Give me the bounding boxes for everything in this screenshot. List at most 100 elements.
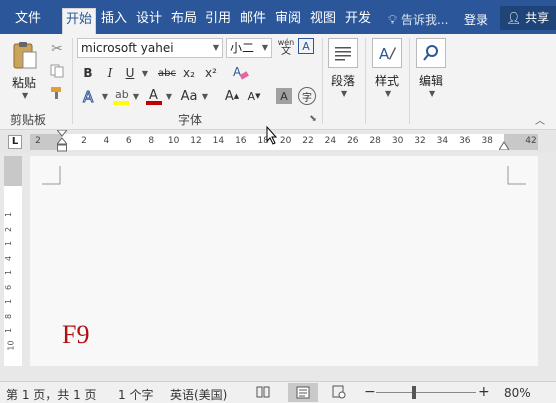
editing-label[interactable]: 编辑	[419, 72, 443, 89]
chevron-down-icon[interactable]: ▼	[213, 39, 219, 57]
chevron-down-icon[interactable]: ▼	[140, 64, 150, 82]
search-icon[interactable]	[416, 38, 446, 68]
right-indent-marker-icon[interactable]	[498, 138, 510, 152]
paragraph-icon[interactable]	[328, 38, 358, 68]
change-case-button[interactable]: Aa	[178, 86, 200, 106]
ruler-tick: 10	[167, 136, 180, 146]
bold-button[interactable]: B	[80, 64, 96, 82]
zoom-slider-thumb[interactable]	[412, 386, 416, 399]
text-effects-icon[interactable]: A	[80, 86, 100, 106]
paste-label[interactable]: 粘贴	[12, 74, 36, 91]
ruler-tick: 34	[436, 136, 449, 146]
char-border-button[interactable]: A	[298, 38, 314, 54]
share-label: 共享	[525, 11, 550, 25]
paste-dropdown-icon[interactable]: ▼	[22, 91, 28, 100]
indent-marker-icon[interactable]	[55, 129, 69, 156]
language-status[interactable]: 英语(美国)	[170, 386, 227, 403]
group-separator	[365, 38, 366, 124]
ruler-tick: 30	[391, 136, 404, 146]
copy-icon[interactable]	[48, 62, 66, 80]
page-count-status[interactable]: 第 1 页，共 1 页	[6, 386, 97, 403]
zoom-level[interactable]: 80%	[504, 386, 531, 400]
web-layout-icon[interactable]	[332, 385, 346, 399]
vertical-ruler-tick: 2	[4, 226, 14, 232]
chevron-down-icon[interactable]: ▼	[429, 89, 435, 98]
ruler-tick: 4	[103, 136, 110, 146]
format-painter-icon[interactable]	[48, 84, 66, 102]
tab-home[interactable]: 开始	[62, 8, 96, 34]
styles-label[interactable]: 样式	[375, 72, 399, 89]
tab-review[interactable]: 审阅	[272, 8, 304, 32]
chevron-down-icon[interactable]: ▼	[200, 86, 210, 106]
tab-mailings[interactable]: 邮件	[237, 8, 269, 32]
italic-button[interactable]: I	[102, 64, 118, 82]
tell-me-box[interactable]: 💡︎ 告诉我...	[388, 11, 448, 28]
document-text[interactable]: F9	[62, 320, 89, 350]
collapse-ribbon-icon[interactable]: ︿	[534, 114, 546, 127]
superscript-button[interactable]: x²	[202, 64, 220, 82]
shrink-font-button[interactable]: A ▼	[246, 86, 262, 106]
ruler-tick: 28	[369, 136, 381, 146]
ruler-tick: 38	[481, 136, 493, 146]
cut-icon[interactable]: ✂	[48, 40, 66, 58]
share-button[interactable]: 👤︎ 共享	[500, 6, 556, 30]
tab-layout[interactable]: 布局	[168, 8, 200, 32]
vertical-ruler-tick: 1	[4, 240, 14, 247]
font-color-icon[interactable]: A	[145, 86, 163, 106]
paragraph-label[interactable]: 段落	[331, 72, 355, 89]
strikethrough-button[interactable]: abc	[155, 64, 179, 82]
ribbon-tab-bar: 文件 开始 插入 设计 布局 引用 邮件 审阅 视图 开发 💡︎ 告诉我... …	[0, 0, 556, 34]
styles-icon[interactable]: A	[372, 38, 402, 68]
svg-text:A: A	[83, 88, 94, 105]
paste-icon[interactable]	[8, 40, 42, 72]
word-count-status[interactable]: 1 个字	[118, 386, 153, 403]
grow-font-label: A	[224, 88, 234, 104]
print-layout-button[interactable]	[288, 383, 318, 402]
read-mode-icon[interactable]	[256, 385, 270, 399]
login-link[interactable]: 登录	[464, 11, 488, 28]
zoom-slider-track[interactable]	[376, 392, 476, 393]
svg-text:A: A	[379, 45, 390, 63]
font-dialog-launcher-icon[interactable]: ⬊	[308, 114, 318, 124]
enclose-characters-button[interactable]: 字	[298, 87, 316, 105]
chevron-down-icon[interactable]: ▼	[341, 89, 347, 98]
document-page[interactable]	[30, 156, 538, 366]
zoom-in-button[interactable]: +	[478, 384, 490, 400]
character-shading-button[interactable]: A	[276, 88, 292, 104]
font-name-value: microsoft yahei	[81, 41, 174, 55]
svg-text:ab: ab	[115, 88, 129, 101]
chevron-down-icon[interactable]: ▼	[131, 86, 141, 106]
chevron-down-icon[interactable]: ▼	[164, 86, 174, 106]
ruler-tick: 36	[459, 136, 471, 146]
subscript-button[interactable]: x₂	[180, 64, 198, 82]
tab-references[interactable]: 引用	[202, 8, 234, 32]
tab-design[interactable]: 设计	[133, 8, 165, 32]
font-name-combo[interactable]: microsoft yahei ▼	[77, 38, 223, 58]
status-bar: 第 1 页，共 1 页 1 个字 英语(美国) − + 80%	[0, 381, 556, 403]
mouse-cursor-icon	[266, 126, 278, 145]
ruler-tick: 24	[324, 136, 337, 146]
font-group-label: 字体	[178, 113, 203, 127]
tab-developer[interactable]: 开发	[342, 8, 374, 32]
ruler-tick: 14	[212, 136, 225, 146]
chevron-down-icon[interactable]: ▼	[385, 89, 391, 98]
underline-button[interactable]: U	[122, 64, 138, 82]
tab-selector[interactable]: L	[8, 135, 22, 149]
tab-file[interactable]: 文件	[8, 8, 48, 32]
vertical-ruler-tick: 1	[4, 298, 14, 305]
clear-formatting-icon[interactable]: A	[230, 62, 250, 82]
ruler-tick: 8	[148, 136, 155, 146]
zoom-out-button[interactable]: −	[364, 384, 376, 400]
ruler-tick: 12	[190, 136, 202, 146]
tab-insert[interactable]: 插入	[98, 8, 130, 32]
chevron-down-icon[interactable]: ▼	[262, 39, 268, 57]
chevron-down-icon[interactable]: ▼	[100, 86, 110, 106]
grow-font-button[interactable]: A ▲	[224, 86, 240, 106]
font-size-combo[interactable]: 小二 ▼	[226, 38, 272, 58]
ribbon-home: 粘贴 ▼ ✂ 剪贴板 microsoft yahei ▼ 小二 ▼ wén 文 …	[0, 34, 556, 130]
ruler-tick: 16	[235, 136, 247, 146]
vertical-ruler-tick: 6	[4, 284, 14, 290]
tab-view[interactable]: 视图	[307, 8, 339, 32]
phonetic-guide-button[interactable]: wén 文	[276, 36, 296, 58]
highlight-icon[interactable]: ab	[112, 86, 130, 106]
